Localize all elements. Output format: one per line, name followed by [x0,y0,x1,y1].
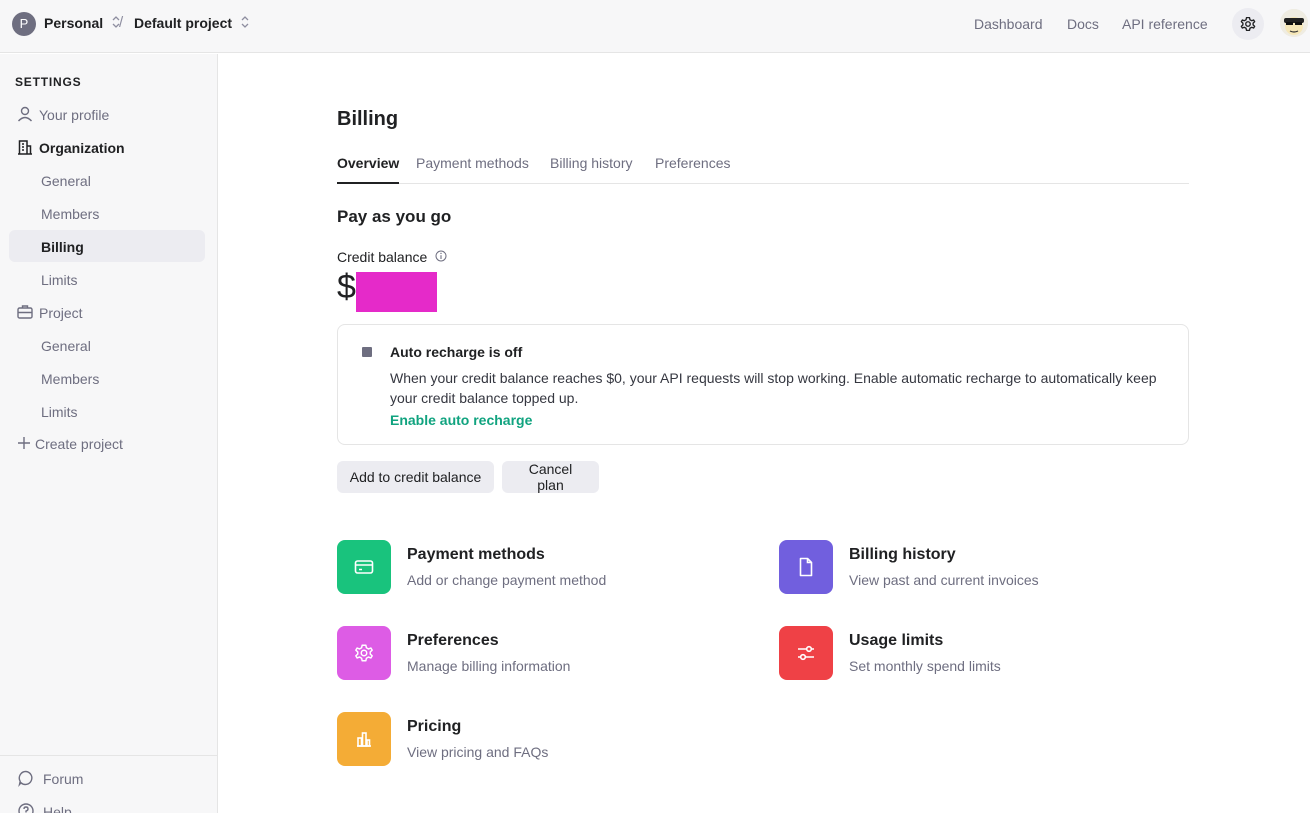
card-usage-limits[interactable]: Usage limits Set monthly spend limits [779,626,1179,682]
card-pricing[interactable]: Pricing View pricing and FAQs [337,712,737,768]
plus-icon [18,437,30,449]
card-subtitle: View pricing and FAQs [407,744,549,760]
briefcase-icon [17,305,33,319]
org-switcher[interactable]: Personal [44,15,121,31]
info-icon[interactable] [435,250,447,262]
nav-dashboard-link[interactable]: Dashboard [974,16,1043,32]
card-subtitle: Add or change payment method [407,572,607,588]
help-circle-icon [18,803,34,813]
status-indicator-icon [362,347,372,357]
tab-billing-history[interactable]: Billing history [550,155,632,184]
sidebar-item-label: Limits [41,272,78,288]
gear-icon [355,644,373,662]
card-title: Billing history [849,546,956,563]
sidebar-item-label: Create project [35,436,123,452]
card-billing-history[interactable]: Billing history View past and current in… [779,540,1179,596]
card-preferences[interactable]: Preferences Manage billing information [337,626,737,682]
sidebar-item-org-members[interactable]: Members [9,197,205,229]
credit-card-icon [354,560,374,574]
bar-chart-icon [357,732,371,747]
project-name: Default project [134,15,233,31]
section-title: Pay as you go [337,207,452,226]
card-title: Payment methods [407,546,545,563]
sidebar: SETTINGS Your profile Organization Gener… [0,54,218,813]
sidebar-item-project[interactable]: Project [9,296,205,328]
sliders-icon [798,645,814,661]
card-subtitle: Manage billing information [407,658,571,674]
sidebar-item-label: General [41,173,91,189]
nav-docs-link[interactable]: Docs [1067,16,1099,32]
add-to-credit-balance-button[interactable]: Add to credit balance [337,461,494,493]
sidebar-item-label: Help [43,804,72,813]
document-icon [799,557,813,577]
tab-preferences[interactable]: Preferences [655,155,730,184]
cancel-plan-button[interactable]: Cancel plan [502,461,599,493]
sidebar-divider [0,755,217,756]
gear-icon [1240,16,1256,32]
sidebar-item-label: Limits [41,404,78,420]
sidebar-item-project-members[interactable]: Members [9,362,205,394]
card-tile [337,712,391,766]
org-name: Personal [44,15,104,31]
user-avatar[interactable] [1280,9,1308,37]
sidebar-item-label: General [41,338,91,354]
sidebar-item-label: Members [41,371,100,387]
card-title: Pricing [407,718,462,735]
auto-recharge-notice: Auto recharge is off When your credit ba… [337,324,1189,445]
card-tile [779,626,833,680]
card-title: Usage limits [849,632,944,649]
currency-symbol: $ [337,268,356,306]
sidebar-item-project-limits[interactable]: Limits [9,395,205,427]
card-subtitle: View past and current invoices [849,572,1039,588]
card-tile [779,540,833,594]
breadcrumb-separator: / [119,14,124,31]
credit-balance-value-redacted [356,272,437,312]
card-title: Preferences [407,632,499,649]
notice-body: When your credit balance reaches $0, you… [390,370,1157,406]
settings-button[interactable] [1232,8,1264,40]
avatar-image [1280,9,1308,37]
enable-auto-recharge-link[interactable]: Enable auto recharge [390,412,532,428]
user-icon [17,106,33,122]
chat-bubble-icon [18,770,33,787]
chevron-up-down-icon [241,16,249,28]
sidebar-item-forum[interactable]: Forum [9,762,205,794]
tab-payment-methods[interactable]: Payment methods [416,155,529,184]
sidebar-item-org-general[interactable]: General [9,164,205,196]
card-payment-methods[interactable]: Payment methods Add or change payment me… [337,540,737,596]
sidebar-item-label: Members [41,206,100,222]
billing-tabs: Overview Payment methods Billing history… [337,152,1189,184]
sidebar-item-organization[interactable]: Organization [9,131,205,163]
sidebar-item-label: Your profile [39,107,110,123]
sidebar-item-your-profile[interactable]: Your profile [9,98,205,130]
card-subtitle: Set monthly spend limits [849,658,1001,674]
sidebar-heading: SETTINGS [15,75,82,89]
tab-overview[interactable]: Overview [337,155,400,184]
building-icon [18,140,32,155]
credit-balance-label: Credit balance [337,249,428,265]
card-tile [337,626,391,680]
sidebar-item-label: Forum [43,771,84,787]
sidebar-item-label: Organization [39,140,125,156]
project-switcher[interactable]: Default project [134,15,250,31]
sidebar-item-label: Project [39,305,83,321]
sidebar-item-help[interactable]: Help [9,795,205,813]
page-title: Billing [337,108,399,130]
sidebar-item-label: Billing [41,239,84,255]
top-bar: P Personal / Default project Dashboard D… [0,0,1310,53]
sidebar-item-project-general[interactable]: General [9,329,205,361]
notice-title: Auto recharge is off [390,344,523,360]
card-tile [337,540,391,594]
create-project-button[interactable]: Create project [9,427,205,459]
sidebar-item-org-limits[interactable]: Limits [9,263,205,295]
sidebar-item-billing[interactable]: Billing [9,230,205,262]
nav-api-reference-link[interactable]: API reference [1122,16,1208,32]
org-avatar[interactable]: P [12,12,36,36]
